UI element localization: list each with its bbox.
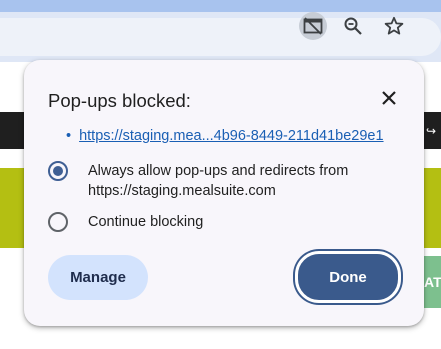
close-button[interactable]: [377, 86, 401, 110]
blocked-popup-link-row: • https://staging.mea...4b96-8449-211d41b…: [66, 128, 384, 144]
radio-always-allow[interactable]: Always allow pop-ups and redirects from …: [48, 161, 368, 201]
browser-tab-strip: [0, 0, 441, 12]
dialog-title: Pop-ups blocked:: [48, 90, 191, 111]
star-icon[interactable]: [380, 12, 408, 40]
popup-blocked-icon[interactable]: [299, 12, 327, 40]
blocked-popup-link[interactable]: https://staging.mea...4b96-8449-211d41be…: [79, 128, 383, 144]
popup-blocked-dialog: Pop-ups blocked: • https://staging.mea...…: [24, 60, 424, 326]
close-icon: [382, 91, 396, 105]
radio-button-unchecked[interactable]: [48, 212, 68, 232]
radio-button-checked[interactable]: [48, 161, 68, 181]
address-bar[interactable]: [0, 18, 441, 56]
manage-button[interactable]: Manage: [48, 255, 148, 300]
link-bullet: •: [66, 128, 72, 144]
radio-label-always-allow: Always allow pop-ups and redirects from …: [88, 163, 349, 199]
radio-continue-blocking[interactable]: Continue blocking: [48, 212, 368, 232]
radio-label-continue-blocking: Continue blocking: [88, 214, 204, 230]
toolbar: [0, 12, 441, 62]
zoom-icon[interactable]: [339, 12, 367, 40]
done-button[interactable]: Done: [295, 251, 401, 303]
logout-icon[interactable]: ↪: [426, 124, 436, 138]
